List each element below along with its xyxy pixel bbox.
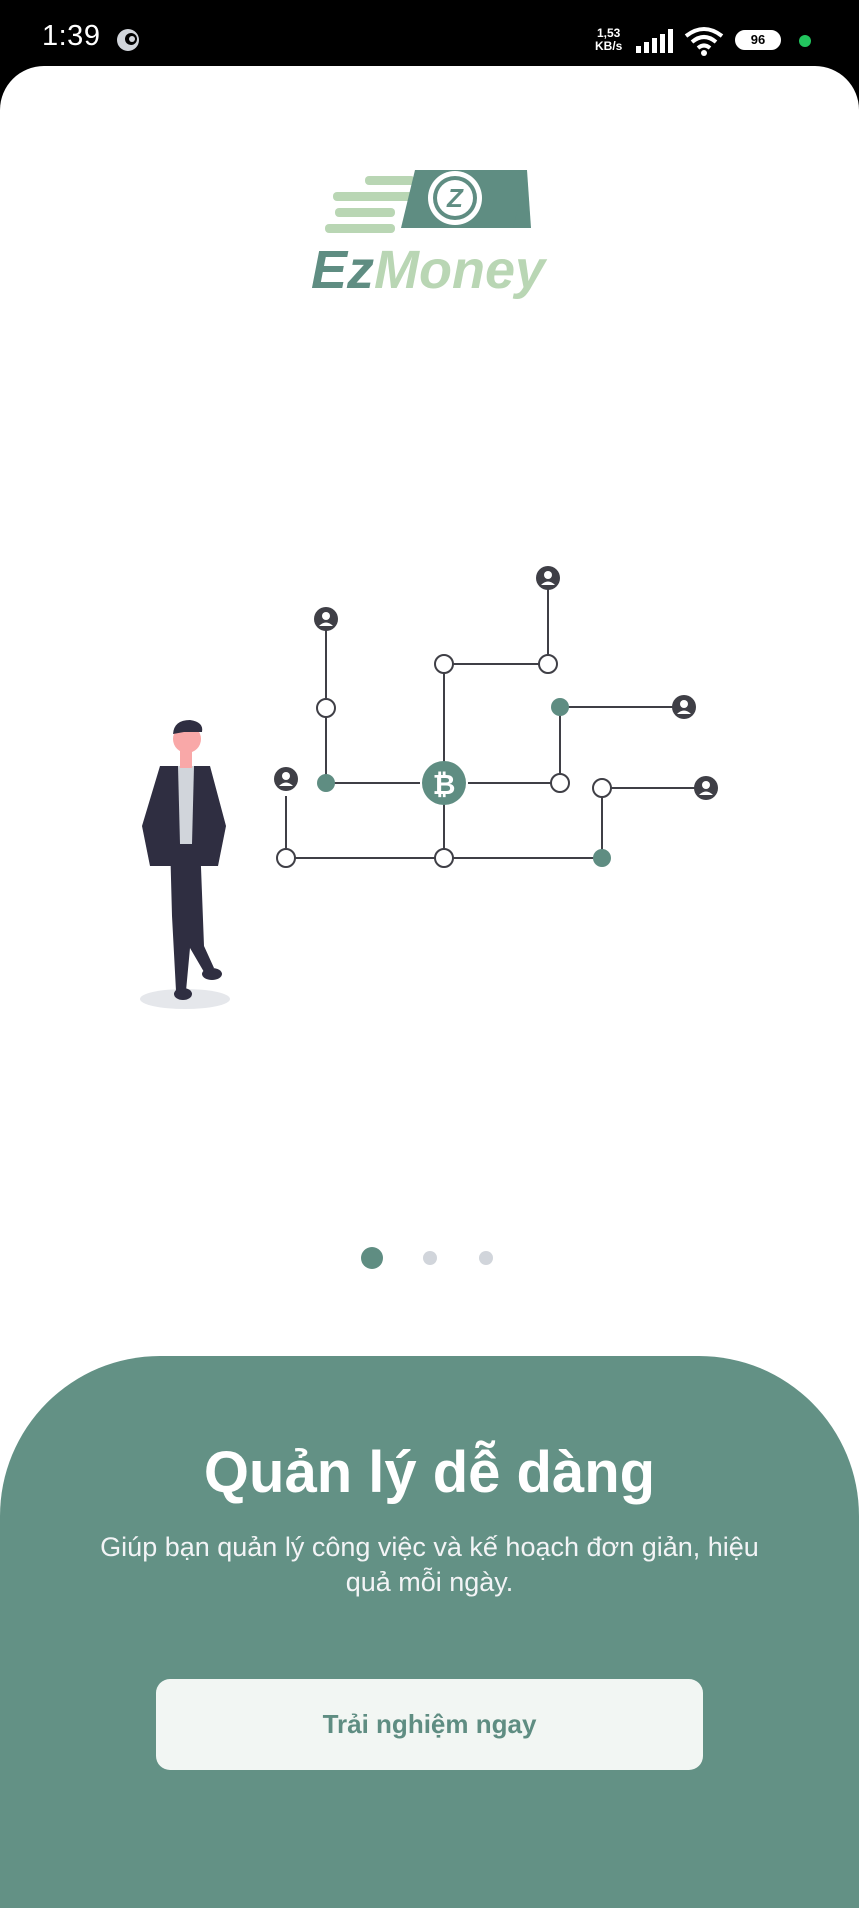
network-lines <box>285 578 706 859</box>
onboarding-subtitle: Giúp bạn quản lý công việc và kế hoạch đ… <box>100 1532 759 1597</box>
network-speed: 1,53 KB/s <box>595 27 622 53</box>
wifi-icon <box>684 27 724 56</box>
logo-wordmark-money: Money <box>374 240 548 300</box>
chat-bubble-icon <box>117 29 139 51</box>
onboarding-screen: Z EzMoney ₿ Quản lý dễ dàng Giúp bạn quả… <box>0 66 859 1908</box>
user-icon <box>672 695 696 719</box>
page-dot-2[interactable] <box>423 1251 437 1265</box>
user-icon <box>314 607 338 631</box>
businessman-figure <box>140 720 230 1009</box>
page-dot-3[interactable] <box>479 1251 493 1265</box>
logo-badge-letter: Z <box>446 183 464 213</box>
user-icon <box>274 767 298 791</box>
ezmoney-logo: Z EzMoney <box>311 170 548 300</box>
logo-wordmark: EzMoney <box>311 240 548 300</box>
logo-wordmark-ez: Ez <box>311 240 374 300</box>
try-now-button[interactable]: Trải nghiệm ngay <box>156 1679 703 1770</box>
status-time: 1:39 <box>42 20 101 52</box>
battery-icon: 96 <box>735 30 781 50</box>
signal-icon <box>636 29 673 53</box>
user-icon <box>536 566 560 590</box>
bitcoin-icon: ₿ <box>422 761 466 805</box>
active-dot-icon <box>799 35 811 47</box>
page-dot-1[interactable] <box>361 1247 383 1269</box>
businessman-network-illustration: ₿ <box>140 566 718 1009</box>
page-indicator <box>0 1243 859 1273</box>
onboarding-title: Quản lý dễ dàng <box>203 1440 656 1505</box>
user-icons <box>274 566 718 800</box>
battery-level: 96 <box>739 33 777 46</box>
user-icon <box>694 776 718 800</box>
network-speed-unit: KB/s <box>595 39 623 53</box>
svg-text:₿: ₿ <box>433 768 456 801</box>
status-bar: 1:39 1,53 KB/s 96 <box>0 0 859 70</box>
